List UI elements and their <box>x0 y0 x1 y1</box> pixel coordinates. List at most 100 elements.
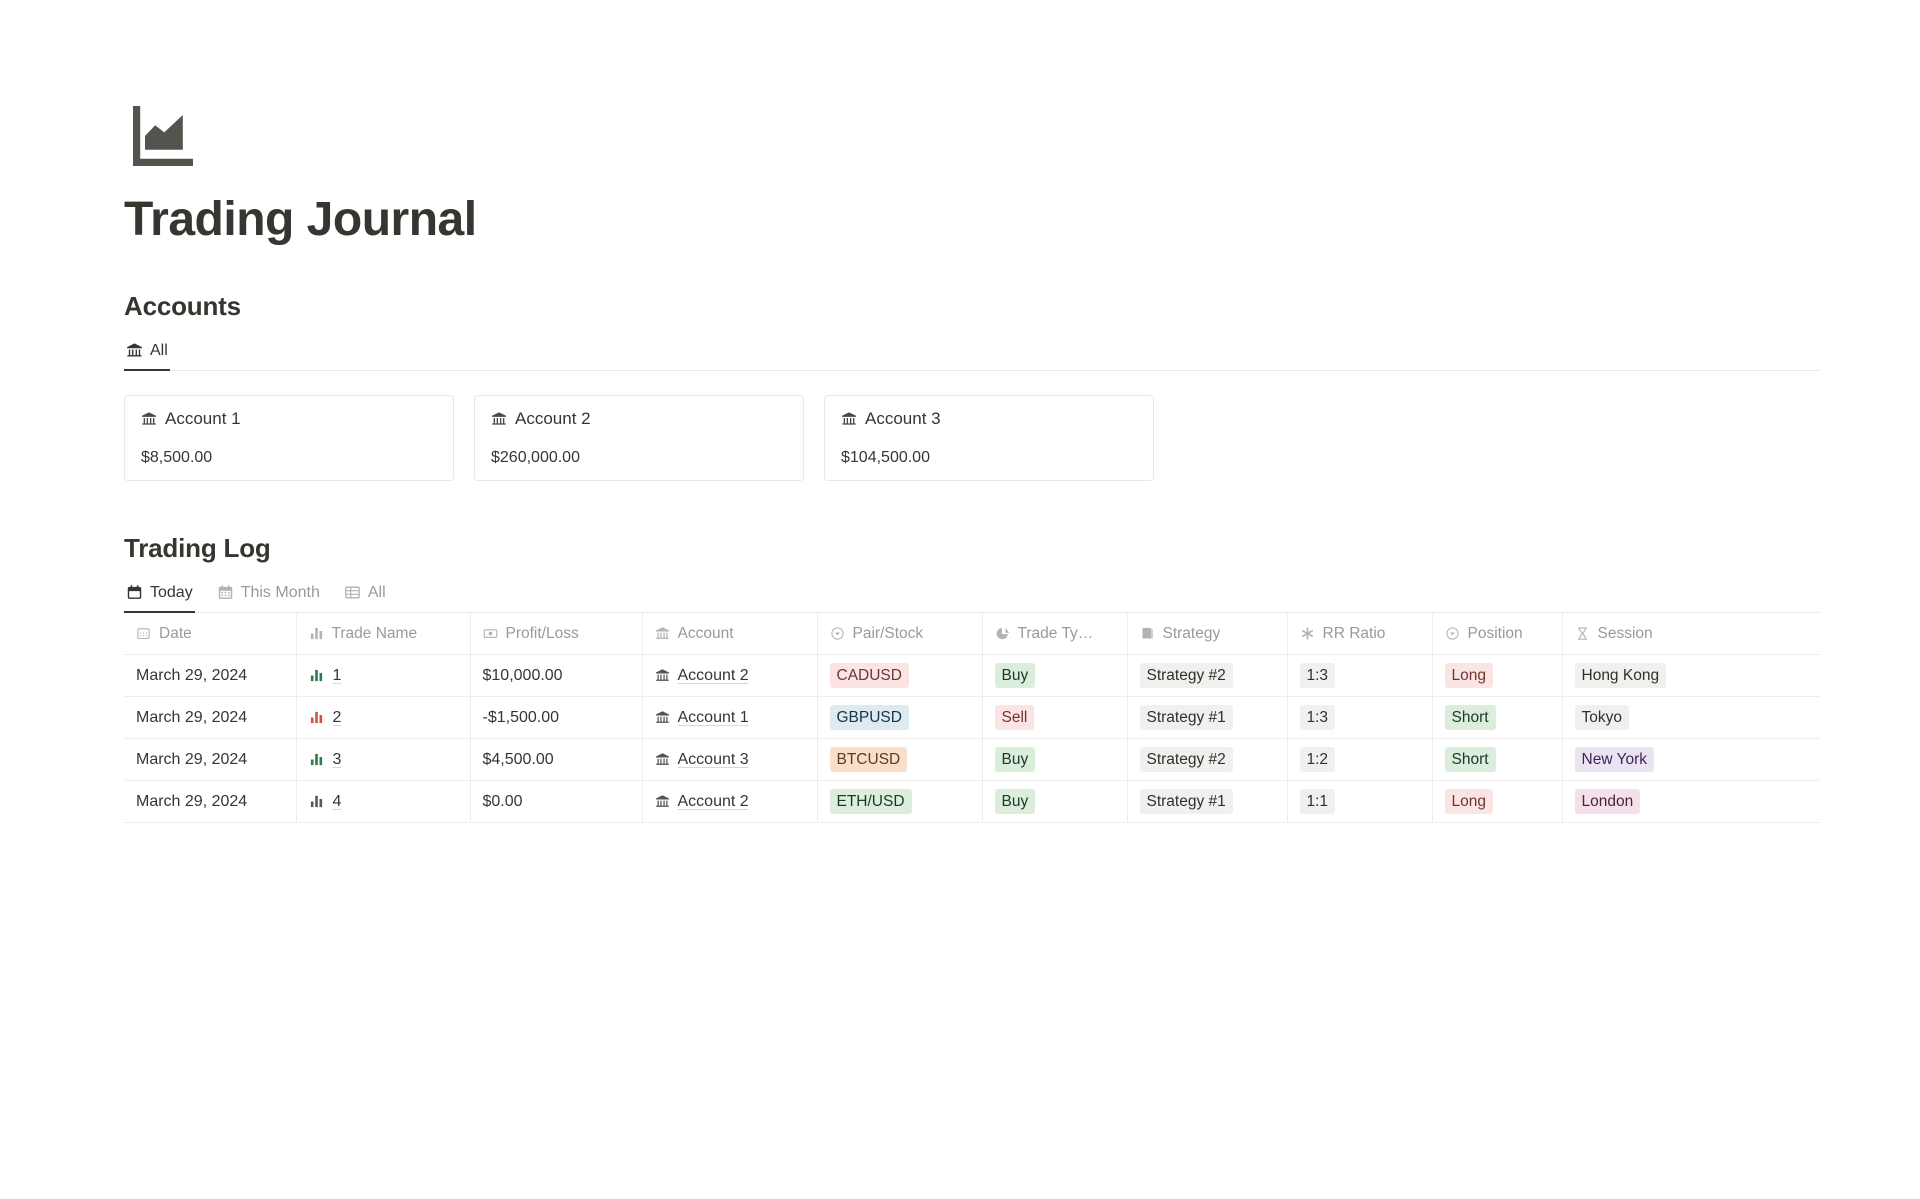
cell-strategy: Strategy #2 <box>1127 738 1288 782</box>
column-header-trade-type[interactable]: Trade Ty… <box>982 612 1128 656</box>
account-card-value: $260,000.00 <box>491 448 580 466</box>
strategy-badge: Strategy #2 <box>1139 747 1233 773</box>
rr-ratio-badge: 1:1 <box>1299 789 1336 815</box>
cell-trade-type: Sell <box>982 696 1128 740</box>
accounts-view-tabs: All <box>124 338 1820 371</box>
session-badge: Tokyo <box>1574 705 1629 731</box>
trading-log-view-tabs: Today This Month All <box>124 580 1820 613</box>
trade-name-link[interactable]: 4 <box>333 793 342 811</box>
column-header-date[interactable]: Date <box>124 612 297 656</box>
calendar-icon <box>126 584 143 601</box>
accounts-section: Accounts All Account 1 $8,500.00 Account… <box>124 291 1920 481</box>
column-header-trade-type-label: Trade Ty… <box>1017 624 1094 642</box>
cell-position: Short <box>1432 696 1563 740</box>
trade-type-badge: Buy <box>994 789 1036 815</box>
rr-ratio-badge: 1:3 <box>1299 705 1336 731</box>
account-cards: Account 1 $8,500.00 Account 2 $260,000.0… <box>124 394 1920 481</box>
cell-strategy: Strategy #1 <box>1127 696 1288 740</box>
page-title: Trading Journal <box>124 193 477 246</box>
column-header-position[interactable]: Position <box>1432 612 1563 656</box>
column-header-profit-loss[interactable]: Profit/Loss <box>470 612 643 656</box>
account-card[interactable]: Account 3 $104,500.00 <box>824 394 1154 481</box>
cell-profit-loss: $4,500.00 <box>470 738 643 782</box>
column-header-trade-name-label: Trade Name <box>331 624 418 642</box>
account-card-title: Account 1 <box>141 409 437 429</box>
page-content: Trading Journal Accounts All Account 1 $… <box>0 0 1920 824</box>
log-tab-all[interactable]: All <box>342 580 388 613</box>
table-row[interactable]: March 29, 2024 1 $10,000.00 Account 2 CA… <box>124 654 1820 698</box>
cell-position: Long <box>1432 654 1563 698</box>
bar-chart-icon <box>309 710 324 725</box>
column-header-pair-stock-label: Pair/Stock <box>852 624 924 642</box>
log-tab-this-month[interactable]: This Month <box>215 580 322 613</box>
trade-name-link[interactable]: 2 <box>333 709 342 727</box>
bar-chart-icon <box>309 752 324 767</box>
pair-badge: BTCUSD <box>829 747 908 773</box>
table-row[interactable]: March 29, 2024 2 -$1,500.00 Account 1 GB… <box>124 696 1820 740</box>
cell-trade-name[interactable]: 3 <box>296 738 471 782</box>
bank-icon <box>655 752 670 767</box>
cell-account[interactable]: Account 2 <box>642 780 818 824</box>
account-card-title: Account 3 <box>841 409 1137 429</box>
cell-trade-type: Buy <box>982 738 1128 782</box>
session-badge: New York <box>1574 747 1654 773</box>
log-tab-today-label: Today <box>150 583 193 601</box>
column-header-pair-stock[interactable]: Pair/Stock <box>817 612 983 656</box>
cell-pair-stock: ETH/USD <box>817 780 983 824</box>
position-badge: Short <box>1444 705 1496 731</box>
cell-profit-loss: -$1,500.00 <box>470 696 643 740</box>
account-link[interactable]: Account 1 <box>678 709 749 727</box>
account-card[interactable]: Account 2 $260,000.00 <box>474 394 804 481</box>
book-icon <box>1140 626 1155 641</box>
account-card-value: $104,500.00 <box>841 448 930 466</box>
column-header-rr-ratio[interactable]: RR Ratio <box>1287 612 1433 656</box>
bank-icon <box>126 342 143 359</box>
cell-session: Hong Kong <box>1562 654 1820 698</box>
accounts-tab-all-label: All <box>150 341 168 359</box>
account-card[interactable]: Account 1 $8,500.00 <box>124 394 454 481</box>
column-header-strategy[interactable]: Strategy <box>1127 612 1288 656</box>
bank-icon <box>655 710 670 725</box>
bar-chart-icon <box>309 794 324 809</box>
cell-trade-type: Buy <box>982 654 1128 698</box>
cell-trade-type: Buy <box>982 780 1128 824</box>
cell-trade-name[interactable]: 1 <box>296 654 471 698</box>
bank-icon <box>491 411 507 427</box>
table-row[interactable]: March 29, 2024 3 $4,500.00 Account 3 BTC… <box>124 738 1820 782</box>
column-header-account[interactable]: Account <box>642 612 818 656</box>
trade-name-link[interactable]: 1 <box>333 667 342 685</box>
cell-account[interactable]: Account 3 <box>642 738 818 782</box>
strategy-badge: Strategy #1 <box>1139 705 1233 731</box>
cell-rr-ratio: 1:2 <box>1287 738 1433 782</box>
account-card-title: Account 2 <box>491 409 787 429</box>
pair-badge: GBPUSD <box>829 705 909 731</box>
account-link[interactable]: Account 3 <box>678 751 749 769</box>
table-row[interactable]: March 29, 2024 4 $0.00 Account 2 ETH/USD… <box>124 780 1820 824</box>
cell-account[interactable]: Account 1 <box>642 696 818 740</box>
account-card-name: Account 2 <box>515 408 591 428</box>
log-tab-this-month-label: This Month <box>240 583 320 601</box>
account-card-name: Account 1 <box>165 408 241 428</box>
account-link[interactable]: Account 2 <box>678 667 749 685</box>
cell-session: Tokyo <box>1562 696 1820 740</box>
cell-rr-ratio: 1:3 <box>1287 654 1433 698</box>
cell-trade-name[interactable]: 4 <box>296 780 471 824</box>
pair-badge: CADUSD <box>829 663 909 689</box>
cell-position: Long <box>1432 780 1563 824</box>
column-header-session[interactable]: Session <box>1562 612 1820 656</box>
log-tab-today[interactable]: Today <box>124 580 195 613</box>
column-header-trade-name[interactable]: Trade Name <box>296 612 471 656</box>
cell-pair-stock: GBPUSD <box>817 696 983 740</box>
cell-account[interactable]: Account 2 <box>642 654 818 698</box>
cell-rr-ratio: 1:1 <box>1287 780 1433 824</box>
accounts-heading: Accounts <box>124 290 241 321</box>
rr-ratio-badge: 1:3 <box>1299 663 1336 689</box>
strategy-badge: Strategy #2 <box>1139 663 1233 689</box>
accounts-tab-all[interactable]: All <box>124 338 170 371</box>
trade-type-badge: Buy <box>994 747 1036 773</box>
account-link[interactable]: Account 2 <box>678 793 749 811</box>
trade-name-link[interactable]: 3 <box>333 751 342 769</box>
cell-date: March 29, 2024 <box>124 738 297 782</box>
cell-trade-name[interactable]: 2 <box>296 696 471 740</box>
table-body: March 29, 2024 1 $10,000.00 Account 2 CA… <box>124 654 1820 824</box>
